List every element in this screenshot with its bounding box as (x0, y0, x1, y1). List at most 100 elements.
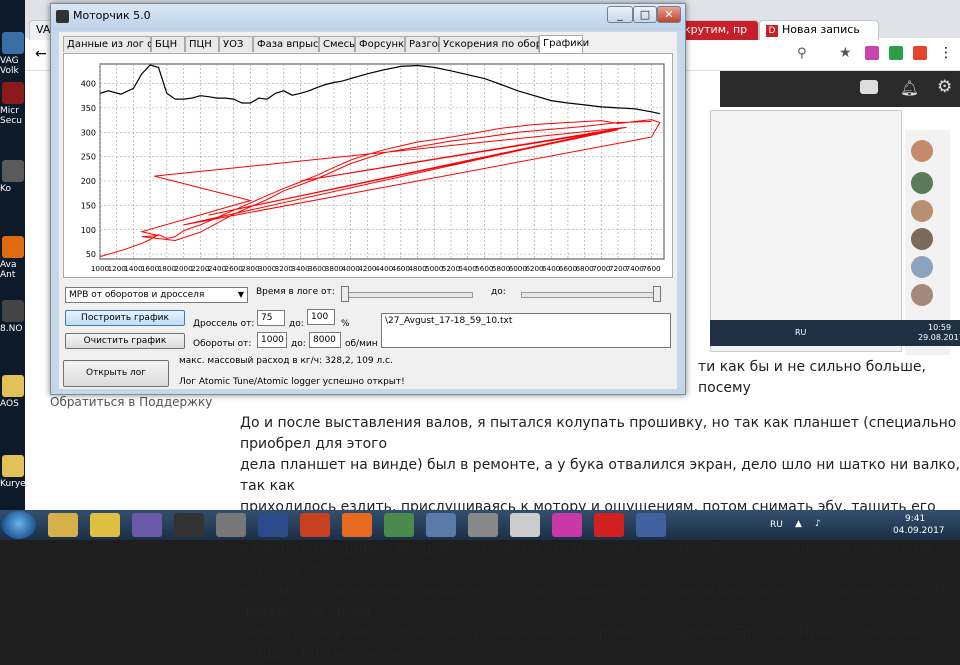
chart-panel: 50 100 150 200 250 300 350 400 1000 1200 1400 1600 1… (63, 53, 673, 278)
app-taskbar-icon[interactable] (258, 513, 288, 537)
avatar[interactable] (911, 200, 933, 222)
y-tick-label: 100 (81, 226, 96, 235)
throttle-to-label: до: (289, 319, 304, 329)
throttle-label: Дроссель от: (193, 319, 255, 329)
antivirus-icon (2, 236, 24, 258)
app-taskbar-icon[interactable] (552, 513, 582, 537)
app-icon (56, 10, 69, 23)
chart: 5010015020025030035040010001200140016001… (81, 63, 665, 273)
tab-graphs[interactable]: Графики (539, 35, 589, 53)
clock-date[interactable]: 04.09.2017 (893, 526, 945, 536)
title-bar[interactable]: Моторчик 5.0 _ □ ✕ (51, 4, 685, 30)
tab-mixture[interactable]: Смесь (319, 36, 355, 52)
app-taskbar-icon[interactable] (300, 513, 330, 537)
mode-select[interactable]: МРВ от оборотов и дросселя ▼ (65, 287, 248, 303)
embedded-taskbar: RU 10:59 29.08.2017 (710, 320, 960, 346)
tab-acceleration[interactable]: Разгон (405, 36, 444, 52)
extension-icon[interactable] (865, 46, 879, 60)
back-icon[interactable]: ← (35, 46, 47, 62)
folder-icon (2, 375, 24, 397)
gear-icon[interactable]: ⚙ (937, 77, 952, 97)
maximize-button[interactable]: □ (633, 6, 657, 23)
close-button[interactable]: ✕ (657, 6, 681, 23)
time-from-slider[interactable] (341, 292, 473, 298)
explorer-taskbar-icon[interactable] (48, 513, 78, 537)
avatar[interactable] (911, 256, 933, 278)
app-taskbar-icon[interactable] (174, 513, 204, 537)
tab-log-data[interactable]: Данные из лог файла (63, 36, 181, 52)
throttle-from-input[interactable]: 75 (257, 310, 285, 326)
y-tick-label: 250 (81, 153, 96, 162)
tab-bcn[interactable]: БЦН (151, 36, 185, 52)
embedded-screenshot (710, 110, 902, 352)
app-taskbar-icon[interactable] (636, 513, 666, 537)
max-flow-status: макс. массовый расход в кг/ч: 328,2, 109… (179, 356, 393, 366)
gear-taskbar-icon[interactable] (216, 513, 246, 537)
bulb-taskbar-icon[interactable] (90, 513, 120, 537)
time-from-slider-thumb[interactable] (341, 286, 349, 302)
motorchik-taskbar-icon[interactable] (510, 513, 540, 537)
time-to-slider-thumb[interactable] (653, 286, 661, 302)
extension-icon[interactable] (889, 46, 903, 60)
y-tick-label: 150 (81, 201, 96, 210)
minimize-button[interactable]: _ (607, 6, 633, 23)
site-header: 🔔︎ ⚙ (720, 71, 960, 107)
time-range-label: Время в логе от: (256, 287, 335, 297)
folder-icon (2, 32, 24, 54)
menu-icon[interactable]: ⋮ (939, 45, 953, 61)
browser-tab[interactable]: крутим, пр (677, 20, 759, 40)
tab-injection-phase[interactable]: Фаза впрыска (253, 36, 331, 52)
network-icon[interactable]: ▲ (795, 519, 802, 529)
x-tick-label: 7600 (642, 264, 661, 273)
y-tick-label: 50 (86, 250, 96, 259)
time-to-slider[interactable] (521, 292, 661, 298)
start-button[interactable] (2, 511, 36, 539)
yandex-browser-taskbar-icon[interactable] (594, 513, 624, 537)
messages-icon[interactable] (860, 80, 878, 94)
tab-rpm-acceleration[interactable]: Ускорения по оборотам (439, 36, 568, 52)
bell-icon[interactable]: 🔔︎ (900, 79, 919, 97)
window-title: Моторчик 5.0 (73, 9, 151, 22)
extension-icon[interactable] (913, 46, 927, 60)
avatar[interactable] (911, 172, 933, 194)
shield-icon (2, 82, 24, 104)
app-taskbar-icon[interactable] (384, 513, 414, 537)
y-tick-label: 300 (81, 128, 96, 137)
avatar[interactable] (911, 228, 933, 250)
app-taskbar-icon[interactable] (342, 513, 372, 537)
open-log-button[interactable]: Открыть лог (63, 360, 169, 387)
rpm-from-input[interactable]: 1000 (257, 332, 287, 348)
computer-icon (2, 160, 24, 182)
app-taskbar-icon[interactable] (132, 513, 162, 537)
avatar[interactable] (911, 140, 933, 162)
system-tray: RU ▲ ♪ 9:41 04.09.2017 (700, 510, 960, 540)
search-icon[interactable]: ⚲ (797, 46, 807, 61)
taskbar: RU ▲ ♪ 9:41 04.09.2017 (0, 510, 960, 540)
app-icon (2, 300, 24, 322)
app-taskbar-icon[interactable] (426, 513, 456, 537)
app-window: Моторчик 5.0 _ □ ✕ Данные из лог файла Б… (50, 3, 686, 395)
y-tick-label: 200 (81, 177, 96, 186)
browser-tab-active[interactable]: D Новая запись (759, 20, 879, 40)
throttle-unit: % (341, 319, 350, 329)
avatar[interactable] (911, 284, 933, 306)
tab-injectors[interactable]: Форсунки (355, 36, 411, 52)
rpm-unit: об/мин (345, 339, 378, 349)
log-file-path[interactable]: \27_Avgust_17-18_59_10.txt (381, 313, 671, 348)
support-link[interactable]: Обратиться в Поддержку (25, 395, 218, 415)
tab-uoz[interactable]: УОЗ (219, 36, 253, 52)
client-area: Данные из лог файла БЦН ПЦН УОЗ Фаза впр… (59, 32, 677, 389)
language-indicator[interactable]: RU (770, 520, 783, 530)
tab-pcn[interactable]: ПЦН (185, 36, 219, 52)
throttle-to-input[interactable]: 100 (307, 309, 335, 325)
clear-chart-button[interactable]: Очистить график (65, 333, 185, 349)
rpm-label: Обороты от: (193, 339, 252, 349)
volume-icon[interactable]: ♪ (815, 519, 821, 529)
build-chart-button[interactable]: Построить график (65, 310, 185, 326)
app-taskbar-icon[interactable] (468, 513, 498, 537)
star-icon[interactable]: ★ (839, 45, 852, 61)
time-to-label: до: (491, 287, 506, 297)
rpm-to-input[interactable]: 8000 (309, 332, 341, 348)
log-opened-status: Лог Atomic Tune/Atomic logger успешно от… (179, 377, 405, 387)
clock-time[interactable]: 9:41 (905, 514, 925, 524)
